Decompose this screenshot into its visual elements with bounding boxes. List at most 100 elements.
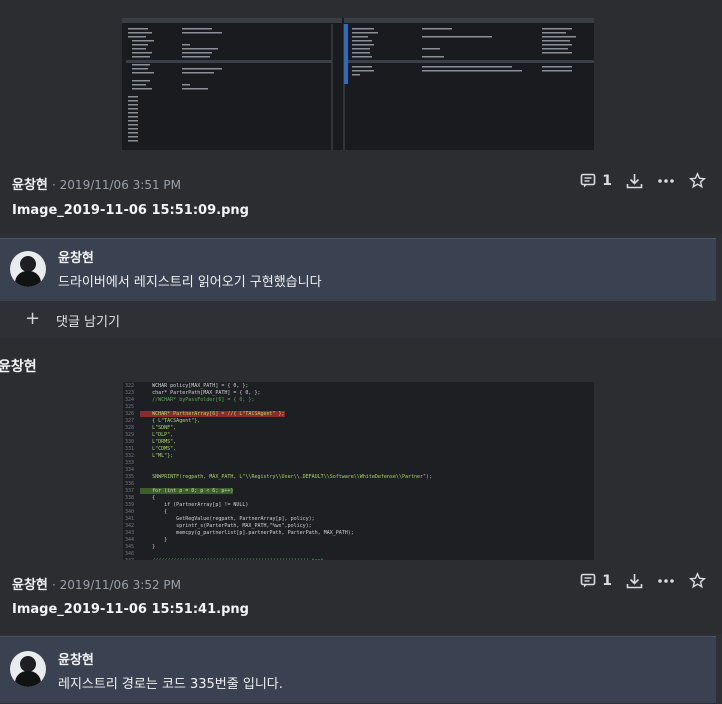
post-author[interactable]: 윤창현 xyxy=(12,178,48,193)
registry-screenshot-thumbnail[interactable] xyxy=(122,18,594,150)
code-line: 327 { L"TACSAgent"}, xyxy=(125,418,432,425)
code-line-number: 333 xyxy=(125,460,141,466)
avatar[interactable] xyxy=(10,251,46,287)
code-line-text: { L"TACSAgent"}, xyxy=(140,418,201,424)
code-line: 332 L"ML"}; xyxy=(125,453,432,460)
code-line-text: //WCHAR* byPassFolder[6] = { 0, }; xyxy=(140,397,255,403)
code-line-number: 337 xyxy=(125,488,141,494)
code-line-number: 327 xyxy=(125,418,141,424)
code-line-number: 335 xyxy=(125,474,141,480)
code-line-number: 338 xyxy=(125,495,141,501)
comment-icon xyxy=(580,173,596,189)
code-line-number: 332 xyxy=(125,453,141,459)
comment-count-button[interactable]: 1 xyxy=(580,173,612,189)
post-date: · 2019/11/06 3:51 PM xyxy=(52,178,181,192)
code-line-number: 325 xyxy=(125,404,141,410)
code-line: 322 WCHAR policy[MAX_PATH] = { 0, }; xyxy=(125,383,432,390)
code-line-text: sprintf_s(ParterPath, MAX_PATH,"%ws",pol… xyxy=(140,523,312,529)
code-line-number: 340 xyxy=(125,509,141,515)
code-line: 325 xyxy=(125,404,432,411)
code-screenshot-thumbnail[interactable]: 322 WCHAR policy[MAX_PATH] = { 0, }; 323 … xyxy=(123,382,594,560)
leave-comment-button[interactable]: + 댓글 남기기 xyxy=(0,302,716,336)
code-line: 330 L"DRMS", xyxy=(125,439,432,446)
comment-1: 윤창현 드라이버에서 레지스트리 읽어오기 구현했습니다 xyxy=(0,238,716,301)
post-actions: 1 xyxy=(580,172,706,189)
code-line-text: } xyxy=(140,537,168,543)
plus-icon: + xyxy=(25,308,41,329)
code-line: 339 if (PartnerArray[p] != NULL) xyxy=(125,502,432,509)
code-line-text: L"CDMS", xyxy=(140,446,177,452)
code-line-number: 343 xyxy=(125,530,141,536)
image-preview-1[interactable] xyxy=(0,0,722,158)
code-line: 323 char* ParterPath[MAX_PATH] = { 0, }; xyxy=(125,390,432,397)
code-line: 340 { xyxy=(125,509,432,516)
code-line: 333 xyxy=(125,460,432,467)
code-line: 346 xyxy=(125,551,432,558)
post-filename[interactable]: Image_2019-11-06 15:51:41.png xyxy=(12,602,249,617)
code-line-text: L"DRMS", xyxy=(140,439,177,445)
code-line-number: 329 xyxy=(125,432,141,438)
post-filename[interactable]: Image_2019-11-06 15:51:09.png xyxy=(12,203,249,218)
more-options-icon[interactable] xyxy=(657,173,675,189)
code-line-number: 342 xyxy=(125,523,141,529)
post-header-author[interactable]: 윤창현 xyxy=(0,356,37,376)
code-line-text: char* ParterPath[MAX_PATH] = { 0, }; xyxy=(140,390,261,396)
comment-count-button[interactable]: 1 xyxy=(580,573,612,589)
code-line-number: 324 xyxy=(125,397,141,403)
code-line-number: 323 xyxy=(125,390,141,396)
code-line-text: } xyxy=(140,544,156,550)
post-2: 322 WCHAR policy[MAX_PATH] = { 0, }; 323 … xyxy=(0,382,722,562)
code-line-text: WCHAR* PartnerArray[6] = //{ L"TACSAgent… xyxy=(140,411,285,417)
code-line-text: GetRegValue(regpath, PartnerArray[p], po… xyxy=(140,516,315,522)
download-icon[interactable] xyxy=(626,573,643,589)
code-line-text: SNWPRINTF(regpath, MAX_PATH, L"\\Registr… xyxy=(140,474,433,480)
code-line: 335 SNWPRINTF(regpath, MAX_PATH, L"\\Reg… xyxy=(125,474,432,481)
star-icon[interactable] xyxy=(689,572,706,589)
code-line-text: ////////////////////////////////////////… xyxy=(140,558,324,560)
comment-icon xyxy=(580,573,596,589)
code-line-number: 326 xyxy=(125,411,141,417)
code-line: 329 L"DLP", xyxy=(125,432,432,439)
code-line: 347 ////////////////////////////////////… xyxy=(125,558,432,560)
code-line-number: 322 xyxy=(125,383,141,389)
post-meta-1: 윤창현 · 2019/11/06 3:51 PM Image_2019-11-0… xyxy=(0,158,722,234)
code-line-text: memcpy(g_partnerlist[p].partnerPath, Par… xyxy=(140,530,354,536)
star-icon[interactable] xyxy=(689,172,706,189)
code-line-number: 336 xyxy=(125,481,141,487)
avatar[interactable] xyxy=(10,651,46,687)
code-line-number: 341 xyxy=(125,516,141,522)
code-line: 331 L"CDMS", xyxy=(125,446,432,453)
leave-comment-label: 댓글 남기기 xyxy=(56,315,120,330)
code-line-number: 347 xyxy=(125,558,140,560)
code-line-text: if (PartnerArray[p] != NULL) xyxy=(140,502,249,508)
code-line-number: 339 xyxy=(125,502,141,508)
code-line: 337 for (int p = 0; p < 6; p++) xyxy=(125,488,432,495)
comment-count: 1 xyxy=(602,572,612,589)
post-author[interactable]: 윤창현 xyxy=(12,578,48,593)
comment-count: 1 xyxy=(602,172,612,189)
code-line-number: 345 xyxy=(125,544,141,550)
code-line-number: 344 xyxy=(125,537,141,543)
code-line: 342 sprintf_s(ParterPath, MAX_PATH,"%ws"… xyxy=(125,523,432,530)
code-line-text: L"DLP", xyxy=(140,432,174,438)
download-icon[interactable] xyxy=(626,173,643,189)
more-options-icon[interactable] xyxy=(657,573,675,589)
code-line: 324 //WCHAR* byPassFolder[6] = { 0, }; xyxy=(125,397,432,404)
code-line: 345 } xyxy=(125,544,432,551)
code-line: 336 xyxy=(125,481,432,488)
code-line-number: 346 xyxy=(125,551,141,557)
code-line-number: 334 xyxy=(125,467,141,473)
code-line: 343 memcpy(g_partnerlist[p].partnerPath,… xyxy=(125,530,432,537)
comment-2: 윤창현 레지스트리 경로는 코드 335번줄 입니다. xyxy=(0,636,716,703)
comment-author[interactable]: 윤창현 xyxy=(58,247,94,266)
code-line-number: 331 xyxy=(125,446,141,452)
comment-author[interactable]: 윤창현 xyxy=(58,649,94,668)
registry-screenshot-art xyxy=(122,18,594,150)
post-date: · 2019/11/06 3:52 PM xyxy=(52,578,181,592)
code-line-text: WCHAR policy[MAX_PATH] = { 0, }; xyxy=(140,383,249,389)
comment-text: 드라이버에서 레지스트리 읽어오기 구현했습니다 xyxy=(58,275,322,290)
post-actions: 1 xyxy=(580,572,706,589)
